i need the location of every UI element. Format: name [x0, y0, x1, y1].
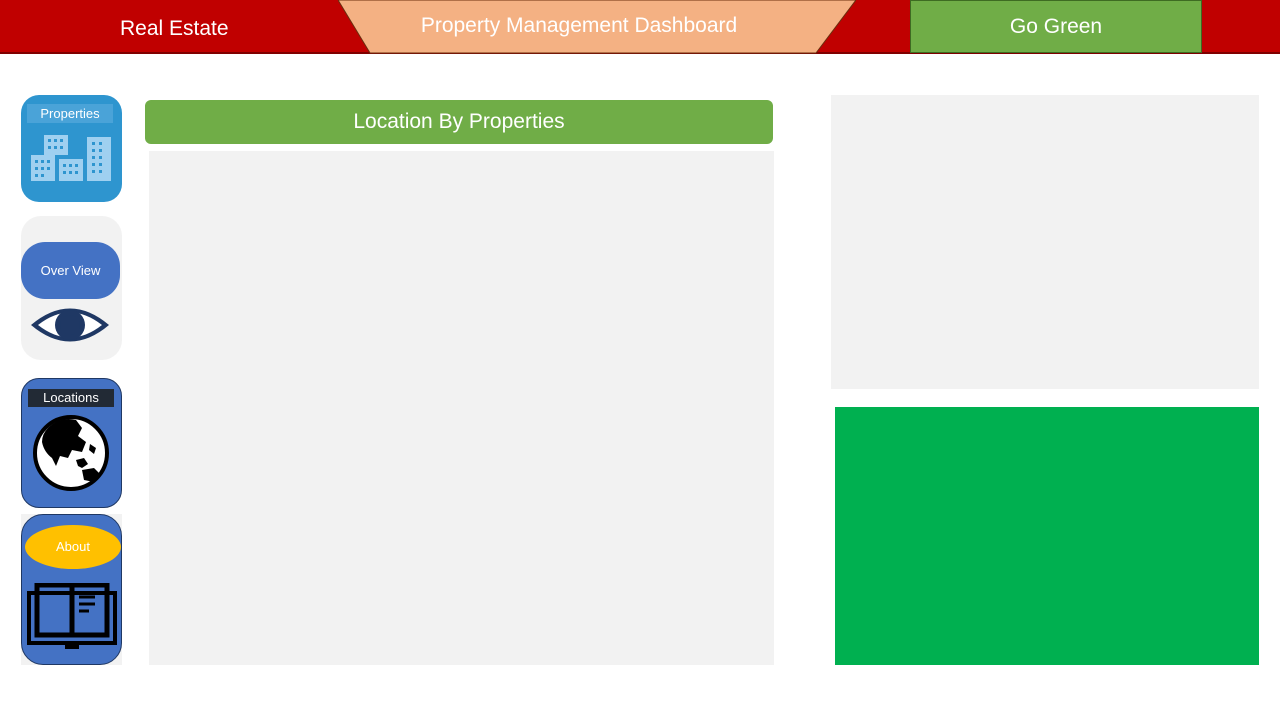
about-card-body: About	[21, 514, 122, 665]
panel-title: Location By Properties	[353, 110, 565, 133]
dashboard-title: Property Management Dashboard	[420, 14, 738, 37]
location-by-properties-header: Location By Properties	[145, 100, 773, 144]
buildings-icon	[31, 135, 111, 181]
sidebar-item-properties[interactable]: Properties	[21, 95, 122, 202]
sidebar-item-about[interactable]: About	[21, 514, 122, 665]
sidebar-item-overview[interactable]: Over View	[21, 216, 122, 360]
right-top-panel	[831, 95, 1259, 389]
eye-icon	[31, 308, 109, 342]
location-by-properties-panel	[149, 151, 774, 665]
globe-icon	[33, 415, 109, 491]
sidebar-item-locations[interactable]: Locations	[21, 378, 122, 508]
right-bottom-panel	[835, 407, 1259, 665]
sidebar-item-label: Over View	[21, 242, 120, 299]
sidebar-item-label: Locations	[28, 389, 114, 407]
book-icon	[27, 583, 117, 649]
brand-title: Real Estate	[120, 17, 229, 40]
go-green-button[interactable]: Go Green	[910, 0, 1202, 53]
sidebar-item-label: About	[25, 525, 121, 569]
sidebar-item-label: Properties	[27, 104, 113, 123]
